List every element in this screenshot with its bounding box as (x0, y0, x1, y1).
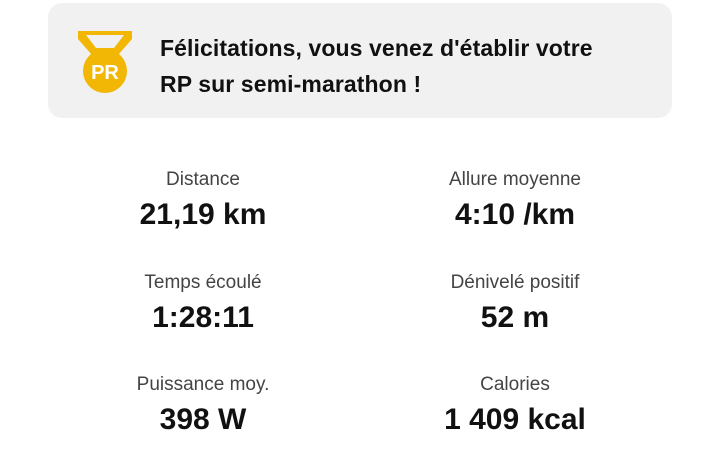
stat-label: Allure moyenne (448, 169, 582, 190)
pr-banner: PR Félicitations, vous venez d'établir v… (48, 3, 672, 118)
pr-badge-text: PR (91, 62, 119, 84)
stat-value: 1:28:11 (152, 301, 254, 334)
stat-average-power: Puissance moy. 398 W (53, 373, 353, 437)
stat-distance: Distance 21,19 km (53, 168, 353, 232)
stat-label: Distance (166, 169, 240, 190)
pr-message-line2: RP sur semi-marathon ! (160, 71, 422, 97)
stat-value: 4:10 /km (454, 198, 576, 231)
pr-message-line1: Félicitations, vous venez d'établir votr… (160, 35, 593, 61)
stat-label: Dénivelé positif (450, 272, 580, 293)
stat-value: 21,19 km (139, 198, 267, 231)
stat-average-pace: Allure moyenne 4:10 /km (365, 168, 665, 232)
stat-calories: Calories 1 409 kcal (365, 373, 665, 437)
stat-elevation-gain: Dénivelé positif 52 m (365, 271, 665, 335)
stat-label: Temps écoulé (144, 272, 262, 293)
stat-value: 1 409 kcal (444, 403, 586, 436)
stat-value: 398 W (159, 403, 247, 436)
stat-label: Puissance moy. (136, 374, 270, 395)
pr-medal-icon: PR (78, 31, 132, 93)
stat-label: Calories (480, 374, 550, 395)
pr-message: Félicitations, vous venez d'établir votr… (160, 30, 640, 102)
stat-elapsed-time: Temps écoulé 1:28:11 (53, 271, 353, 335)
stat-value: 52 m (480, 301, 550, 334)
